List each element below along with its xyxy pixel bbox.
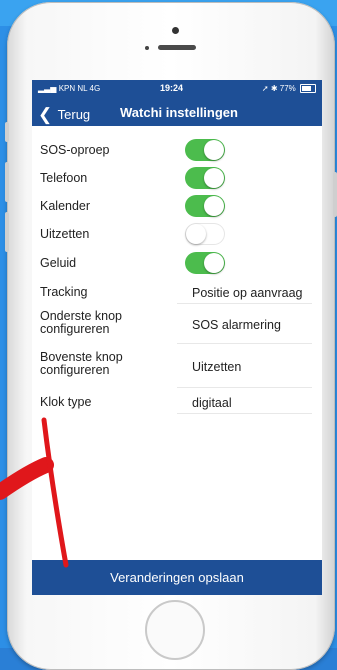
bovenste-knop-value[interactable]: Uitzetten [192, 360, 241, 374]
back-button[interactable]: ❮ Terug [38, 104, 90, 124]
divider [177, 387, 312, 388]
tracking-value[interactable]: Positie op aanvraag [192, 286, 303, 300]
signal-icon: ▂▃▅ [38, 84, 57, 93]
setting-row-geluid: Geluid [40, 251, 315, 275]
sos-toggle[interactable] [185, 139, 225, 161]
status-time: 19:24 [160, 83, 184, 93]
sensor-dot-icon [145, 46, 149, 50]
setting-label: SOS-oproep [40, 143, 110, 157]
status-bar: ▂▃▅ KPN NL 4G 19:24 ➚ ✱ 77% [32, 80, 322, 98]
toggle-knob [204, 168, 224, 188]
setting-label-line1: Bovenste knop [40, 350, 123, 364]
geluid-toggle[interactable] [185, 252, 225, 274]
volume-down-button [5, 212, 9, 252]
klok-type-value[interactable]: digitaal [192, 396, 232, 410]
navigation-bar: ❮ Terug Watchi instellingen [32, 98, 322, 126]
setting-row-kalender: Kalender [40, 194, 315, 218]
toggle-knob [204, 140, 224, 160]
onderste-knop-value[interactable]: SOS alarmering [192, 318, 281, 332]
volume-up-button [5, 162, 9, 202]
setting-label: Telefoon [40, 171, 88, 185]
battery-icon [300, 84, 316, 94]
setting-label-line2: configureren [40, 322, 110, 336]
toggle-knob [204, 196, 224, 216]
setting-row-bovenste-knop[interactable]: Bovenste knop configureren Uitzetten [40, 350, 315, 384]
kalender-toggle[interactable] [185, 195, 225, 217]
setting-row-onderste-knop[interactable]: Onderste knop configureren SOS alarmerin… [40, 308, 315, 342]
setting-label: Bovenste knop configureren [40, 351, 123, 377]
setting-label: Uitzetten [40, 227, 90, 241]
uitzetten-toggle[interactable] [185, 223, 225, 245]
back-label: Terug [57, 107, 91, 122]
setting-label-line1: Onderste knop [40, 309, 122, 323]
setting-label: Onderste knop configureren [40, 310, 122, 336]
toggle-knob [186, 224, 206, 244]
front-camera-icon [172, 27, 179, 34]
power-button [333, 172, 337, 217]
phone-screen: ▂▃▅ KPN NL 4G 19:24 ➚ ✱ 77% ❮ Terug Watc… [32, 80, 322, 595]
battery-percent: 77% [279, 84, 296, 93]
setting-row-telefoon: Telefoon [40, 166, 315, 190]
setting-row-sos: SOS-oproep [40, 138, 315, 162]
setting-label: Klok type [40, 395, 92, 409]
setting-row-uitzetten: Uitzetten [40, 222, 315, 246]
setting-label: Kalender [40, 199, 91, 213]
status-right: ➚ ✱ 77% [261, 84, 316, 94]
earpiece-speaker [158, 45, 196, 50]
setting-label: Tracking [40, 285, 88, 299]
page-title: Watchi instellingen [120, 105, 238, 120]
mute-switch [5, 122, 9, 142]
setting-row-tracking[interactable]: Tracking Positie op aanvraag [40, 283, 315, 305]
toggle-knob [204, 253, 224, 273]
setting-label-line2: configureren [40, 363, 110, 377]
carrier-label: ▂▃▅ KPN NL 4G [38, 84, 101, 93]
save-changes-button[interactable]: Veranderingen opslaan [32, 560, 322, 595]
divider [177, 343, 312, 344]
divider [177, 303, 312, 304]
divider [177, 413, 312, 414]
location-icon: ➚ [261, 84, 269, 93]
telefoon-toggle[interactable] [185, 167, 225, 189]
bluetooth-icon: ✱ [270, 84, 278, 93]
home-button[interactable] [145, 600, 205, 660]
setting-label: Geluid [40, 256, 77, 270]
setting-row-klok-type[interactable]: Klok type digitaal [40, 393, 315, 415]
chevron-left-icon: ❮ [38, 105, 53, 124]
